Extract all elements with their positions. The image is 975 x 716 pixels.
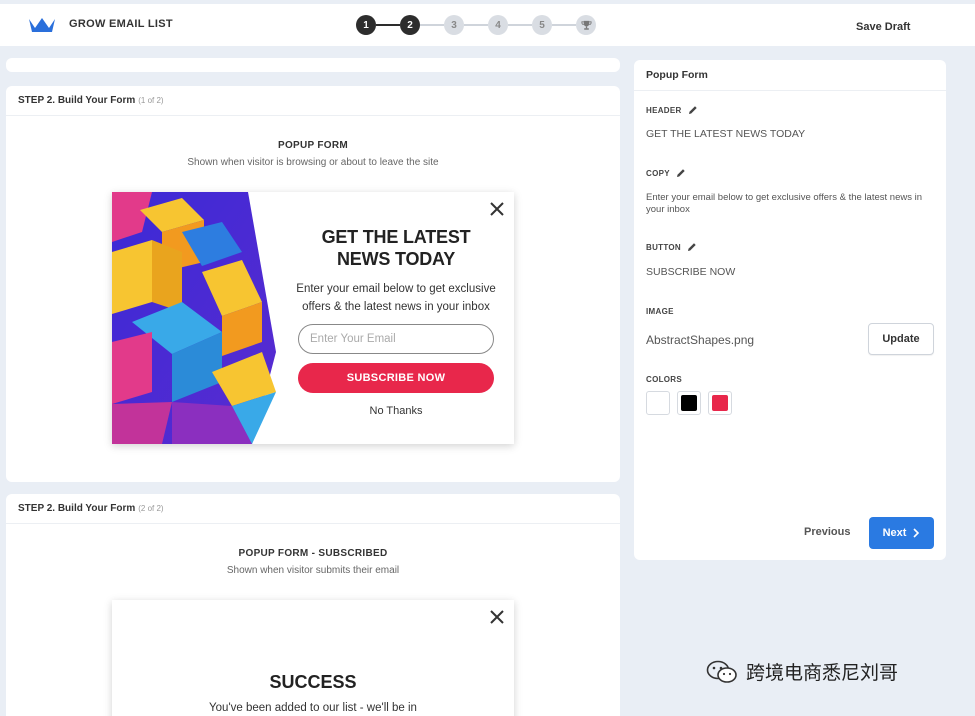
step-4[interactable]: 4 <box>488 15 508 35</box>
image-label-text: IMAGE <box>646 307 674 316</box>
trophy-icon <box>580 20 592 30</box>
swatch-fill <box>650 395 666 411</box>
collapsed-card <box>6 58 620 72</box>
top-bar: GROW EMAIL LIST 1 2 3 4 5 Save Draft <box>0 4 975 46</box>
section-title: POPUP FORM - SUBSCRIBED <box>238 548 388 559</box>
step-3[interactable]: 3 <box>444 15 464 35</box>
colors-field-label: COLORS <box>646 375 682 384</box>
step-connector <box>552 24 576 26</box>
header-field-value[interactable]: GET THE LATEST NEWS TODAY <box>646 128 805 140</box>
crown-logo-icon <box>29 18 55 32</box>
next-button[interactable]: Next <box>869 517 934 549</box>
settings-panel: Popup Form HEADER GET THE LATEST NEWS TO… <box>634 60 946 560</box>
close-icon[interactable] <box>488 608 506 626</box>
colors-label-text: COLORS <box>646 375 683 384</box>
section-description: Shown when visitor submits their email <box>226 565 400 576</box>
app-title: GROW EMAIL LIST <box>69 18 173 30</box>
no-thanks-link[interactable]: No Thanks <box>288 405 504 417</box>
copy-field-value[interactable]: Enter your email below to get exclusive … <box>646 192 926 216</box>
card-heading-sub: (1 of 2) <box>138 96 164 105</box>
close-icon[interactable] <box>488 200 506 218</box>
color-swatch-black[interactable] <box>677 391 701 415</box>
step-1[interactable]: 1 <box>356 15 376 35</box>
step-connector <box>464 24 488 26</box>
color-swatch-red[interactable] <box>708 391 732 415</box>
pencil-icon[interactable] <box>687 242 697 252</box>
image-filename: AbstractShapes.png <box>646 333 755 347</box>
image-field-label: IMAGE <box>646 307 674 316</box>
button-field-value[interactable]: SUBSCRIBE NOW <box>646 266 735 278</box>
header-field-label: HEADER <box>646 105 698 115</box>
wechat-icon <box>706 660 737 683</box>
card-heading-text: STEP 2. Build Your Form <box>18 95 136 106</box>
copy-label-text: COPY <box>646 168 670 178</box>
watermark: 跨境电商悉尼刘哥 <box>706 658 898 685</box>
save-draft-button[interactable]: Save Draft <box>856 21 910 33</box>
button-field-label: BUTTON <box>646 242 697 252</box>
color-swatch-white[interactable] <box>646 391 670 415</box>
card-heading: STEP 2. Build Your Form (1 of 2) <box>6 86 620 116</box>
popup-copy: Enter your email below to get exclusive … <box>296 283 496 313</box>
subscribe-button[interactable]: SUBSCRIBE NOW <box>298 363 494 393</box>
next-button-label: Next <box>882 527 907 539</box>
abstract-shapes-image <box>112 192 276 444</box>
popup-header-line: NEWS TODAY <box>336 249 456 269</box>
section-title: POPUP FORM <box>277 140 349 151</box>
chevron-right-icon <box>913 528 920 538</box>
step-card-1: STEP 2. Build Your Form (1 of 2) POPUP FO… <box>6 86 620 482</box>
pencil-icon[interactable] <box>688 105 698 115</box>
section-description: Shown when visitor is browsing or about … <box>187 157 439 168</box>
success-title: SUCCESS <box>269 672 357 692</box>
update-image-button[interactable]: Update <box>868 323 934 355</box>
email-input[interactable] <box>298 324 494 354</box>
button-label-text: BUTTON <box>646 242 681 252</box>
copy-field-label: COPY <box>646 168 686 178</box>
step-connector <box>508 24 532 26</box>
swatch-fill <box>681 395 697 411</box>
step-connector <box>420 24 444 26</box>
swatch-fill <box>712 395 728 411</box>
popup-header-line: GET THE LATEST <box>321 227 471 247</box>
stepper: 1 2 3 4 5 <box>356 14 596 36</box>
card-heading-text: STEP 2. Build Your Form <box>18 503 136 514</box>
popup-header: GET THE LATEST NEWS TODAY <box>288 226 504 270</box>
step-5[interactable]: 5 <box>532 15 552 35</box>
color-swatches <box>646 391 732 415</box>
card-heading: STEP 2. Build Your Form (2 of 2) <box>6 494 620 524</box>
popup-preview[interactable]: GET THE LATEST NEWS TODAY Enter your ema… <box>112 192 514 444</box>
card-heading-sub: (2 of 2) <box>138 504 164 513</box>
success-copy: You've been added to our list - we'll be… <box>209 702 417 714</box>
header-label-text: HEADER <box>646 105 682 115</box>
previous-button[interactable]: Previous <box>804 526 850 538</box>
success-popup-preview[interactable]: SUCCESS You've been added to our list - … <box>112 600 514 716</box>
panel-title: Popup Form <box>634 60 946 91</box>
popup-body: GET THE LATEST NEWS TODAY Enter your ema… <box>288 226 504 417</box>
watermark-text: 跨境电商悉尼刘哥 <box>746 663 899 684</box>
step-final[interactable] <box>576 15 596 35</box>
step-card-2: STEP 2. Build Your Form (2 of 2) POPUP FO… <box>6 494 620 716</box>
step-2[interactable]: 2 <box>400 15 420 35</box>
pencil-icon[interactable] <box>676 168 686 178</box>
step-connector <box>376 24 400 26</box>
